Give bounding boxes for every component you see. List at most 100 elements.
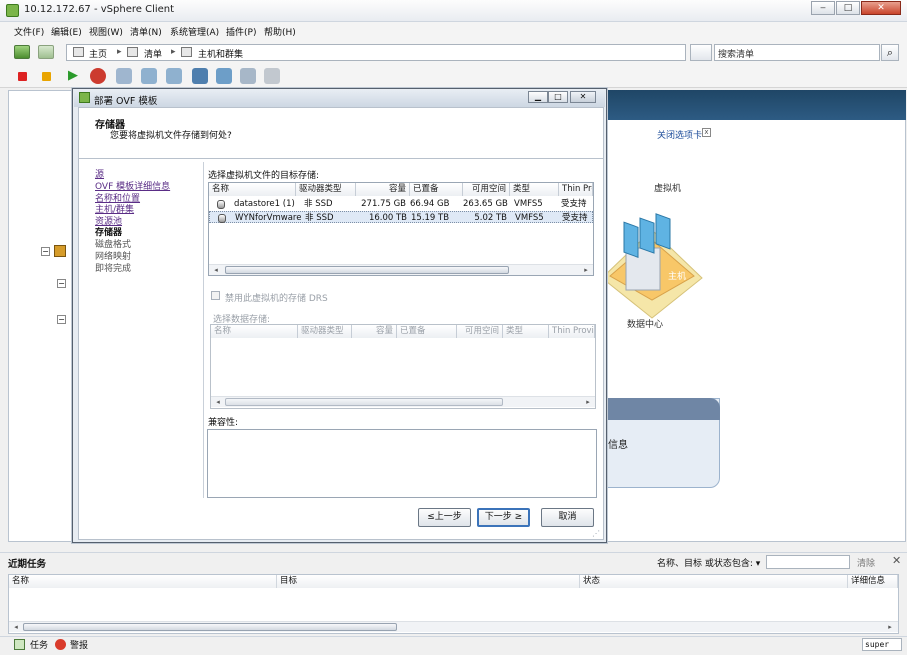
col-drive-type[interactable]: 驱动器类型 [296,183,356,196]
step-ready-to-complete: 即将完成 [95,264,132,274]
col-thin-provisioning: Thin Provi [549,325,595,338]
datastore-drive: 非 SSD [304,199,333,209]
search-input[interactable]: 搜索清单 [714,44,880,61]
col-drive-type: 驱动器类型 [298,325,352,338]
info-card-text[interactable]: 信息 [608,436,628,451]
task-col-details[interactable]: 详细信息 [848,575,898,588]
disable-drs-checkbox[interactable] [211,291,220,300]
datastore-capacity: 271.75 GB [361,199,406,209]
datastore-row[interactable]: datastore1 (1) 非 SSD 271.75 GB 66.94 GB … [209,198,593,210]
scroll-thumb[interactable] [225,266,509,274]
menu-inventory[interactable]: 清单(N) [130,25,162,38]
menu-help[interactable]: 帮助(H) [264,25,296,38]
datastore-free: 5.02 TB [474,213,507,223]
tree-expander-icon[interactable]: − [57,279,66,288]
col-type: 类型 [503,325,549,338]
task-filter-label[interactable]: 名称、目标 或状态包含: ▾ [657,556,760,569]
dialog-minimize-button[interactable]: ▁ [528,91,548,103]
console-icon[interactable] [192,68,208,84]
power-on-icon[interactable]: ▶ [68,68,84,84]
search-placeholder: 搜索清单 [718,50,755,60]
close-tab-icon[interactable]: x [702,128,711,137]
datastore-hscrollbar[interactable]: ◂ ▸ [209,264,593,275]
breadcrumb-hosts[interactable]: 主机和群集 [198,47,243,60]
search-scope-dropdown[interactable] [690,44,712,61]
forward-arrow-icon[interactable] [38,45,54,59]
close-button[interactable]: ✕ [861,1,901,15]
inventory-icon [127,47,138,57]
migrate-icon[interactable] [216,68,232,84]
scroll-thumb[interactable] [23,623,397,631]
task-col-name[interactable]: 名称 [9,575,277,588]
edit-settings-icon[interactable] [264,68,280,84]
maximize-button[interactable]: □ [836,1,860,15]
col-capacity[interactable]: 容量 [356,183,410,196]
col-free[interactable]: 可用空间 [463,183,510,196]
datastore-row-selected[interactable]: WYNforVmware 非 SSD 16.00 TB 15.19 TB 5.0… [209,211,593,223]
dialog-close-button[interactable]: ✕ [570,91,596,103]
next-button[interactable]: 下一步 ≥ [477,508,530,527]
vm-box-2 [639,217,655,254]
datastore-provisioned: 66.94 GB [410,199,450,209]
resize-grip-icon[interactable]: ⋰ [592,529,602,539]
breadcrumb-home[interactable]: 主页 [89,47,107,60]
datastore-thin: 受支持 [562,213,588,223]
clone-icon[interactable] [240,68,256,84]
menu-view[interactable]: 视图(W) [89,25,123,38]
tree-expander-icon[interactable]: − [41,247,50,256]
cancel-button[interactable]: 取消 [541,508,594,527]
breadcrumb-chevron-icon: ▸ [171,47,176,57]
datastore-drive: 非 SSD [305,213,334,223]
task-col-target[interactable]: 目标 [277,575,580,588]
close-tasks-icon[interactable]: ✕ [892,554,901,567]
snapshot-manager-icon[interactable] [166,68,182,84]
window-title: 10.12.172.67 - vSphere Client [24,4,175,15]
steps-divider [203,162,204,498]
dialog-maximize-button[interactable]: □ [548,91,568,103]
datastore-thin: 受支持 [561,199,587,209]
task-filter-input[interactable] [766,555,850,569]
tasks-hscrollbar[interactable]: ◂ ▸ [9,621,898,632]
revert-snapshot-icon[interactable] [141,68,157,84]
suspend-icon[interactable] [42,72,51,81]
datastore-free: 263.65 GB [463,199,508,209]
tree-expander-icon[interactable]: − [57,315,66,324]
reset-icon[interactable] [90,68,106,84]
col-type[interactable]: 类型 [510,183,559,196]
snapshot-icon[interactable] [116,68,132,84]
col-name: 名称 [211,325,298,338]
menu-plugins[interactable]: 插件(P) [226,25,256,38]
alarm-icon [55,639,66,650]
info-card-header [596,398,720,420]
col-name[interactable]: 名称 [209,183,296,196]
datastore-table: 名称 驱动器类型 容量 已置备 可用空间 类型 Thin Provi datas… [208,182,594,276]
col-provisioned[interactable]: 已置备 [410,183,463,196]
breadcrumb-inventory[interactable]: 清单 [144,47,162,60]
status-alarms-button[interactable]: 警报 [70,638,88,651]
current-user: super [862,638,902,651]
inventory-tree[interactable]: − − − [8,90,74,542]
menu-admin[interactable]: 系统管理(A) [170,25,219,38]
back-button[interactable]: ≤上一步 [418,508,471,527]
menu-file[interactable]: 文件(F) [14,25,44,38]
col-thin-provisioning[interactable]: Thin Provi [559,183,593,196]
datastore-select-table: 名称 驱动器类型 容量 已置备 可用空间 类型 Thin Provi ◂ ▸ [210,324,596,409]
scroll-left-icon[interactable]: ◂ [211,265,221,275]
status-tasks-button[interactable]: 任务 [30,638,48,651]
menu-edit[interactable]: 编辑(E) [51,25,82,38]
scroll-right-icon[interactable]: ▸ [581,265,591,275]
window-titlebar: 10.12.172.67 - vSphere Client ‒ □ ✕ [0,0,907,22]
scroll-right-icon[interactable]: ▸ [885,622,895,632]
inventory-diagram [601,213,703,319]
clear-filter-button[interactable]: 清除 [857,556,875,569]
datastore-icon [217,200,225,209]
back-arrow-icon[interactable] [14,45,30,59]
close-tab-link[interactable]: 关闭选项卡 [657,128,702,141]
scroll-left-icon: ◂ [216,398,220,406]
search-icon[interactable]: ⌕ [881,44,899,61]
scroll-left-icon[interactable]: ◂ [11,622,21,632]
power-off-icon[interactable] [18,72,27,81]
task-col-status[interactable]: 状态 [580,575,848,588]
minimize-button[interactable]: ‒ [811,1,835,15]
datastore-provisioned: 15.19 TB [411,213,450,223]
